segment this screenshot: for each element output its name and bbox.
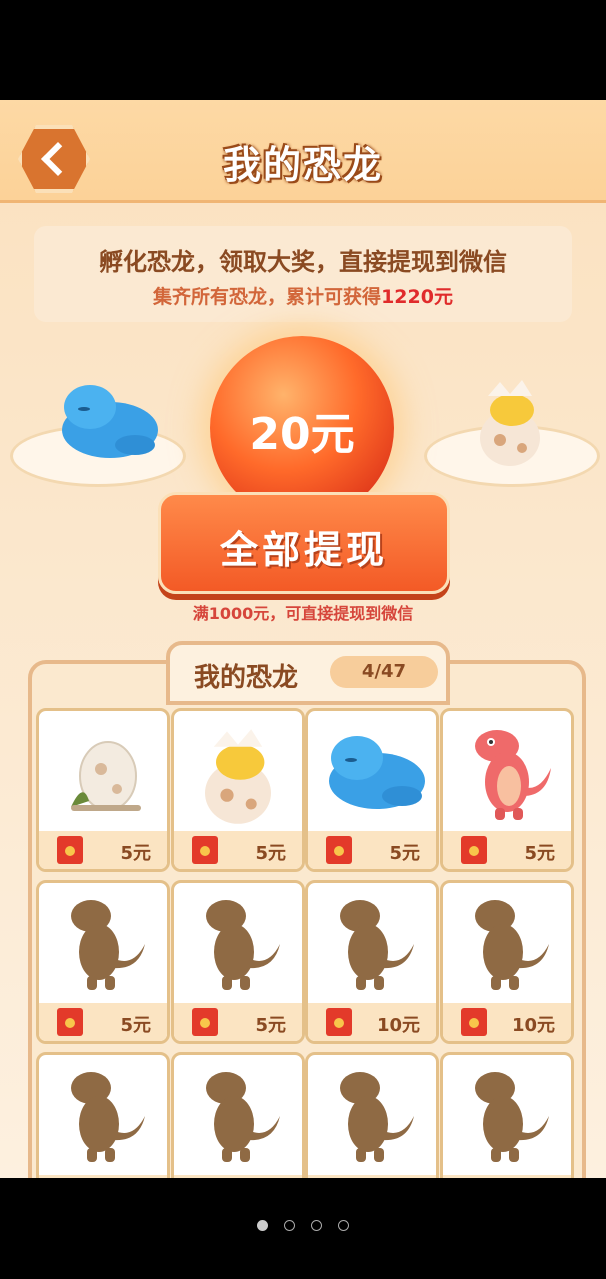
dino-card-locked-dino[interactable]: 10元 <box>305 880 439 1044</box>
red-envelope-icon <box>326 1008 352 1036</box>
locked-dino-silhouette <box>39 883 167 1003</box>
dino-image <box>308 711 436 831</box>
locked-dino-silhouette <box>174 883 302 1003</box>
card-reward-amount: 5元 <box>389 843 420 864</box>
card-reward-amount: 10元 <box>511 1015 555 1036</box>
info-headline: 孵化恐龙，领取大奖，直接提现到微信 <box>99 248 507 276</box>
red-envelope-icon <box>461 836 487 864</box>
red-envelope-icon <box>57 1008 83 1036</box>
locked-dino-silhouette <box>39 1055 167 1175</box>
dino-card-egg[interactable]: 5元 <box>36 708 170 872</box>
card-reward-amount: 5元 <box>120 843 151 864</box>
blue-dino-image <box>62 385 158 458</box>
dino-card-locked-dino[interactable]: 5元 <box>36 880 170 1044</box>
red-envelope-icon <box>192 836 218 864</box>
dino-card-locked-dino[interactable] <box>305 1052 439 1178</box>
card-reward-bar: 5元 <box>39 1003 167 1041</box>
pager-dots <box>0 1216 606 1235</box>
card-reward-bar: 10元 <box>308 1003 436 1041</box>
card-reward-bar <box>39 1175 167 1178</box>
hatching-egg-image <box>480 380 540 466</box>
card-reward-bar <box>174 1175 302 1178</box>
withdraw-hint: 满1000元，可直接提现到微信 <box>192 604 414 623</box>
dino-card-hatching-egg[interactable]: 5元 <box>171 708 305 872</box>
pager-dot[interactable] <box>284 1220 295 1231</box>
card-reward-amount: 5元 <box>524 843 555 864</box>
card-reward-bar: 5元 <box>174 831 302 869</box>
pager-dot[interactable] <box>311 1220 322 1231</box>
card-reward-amount: 5元 <box>255 1015 286 1036</box>
collection-progress-badge: 4/47 <box>330 656 438 688</box>
withdraw-all-button[interactable]: 全部提现 <box>158 492 450 594</box>
dino-card-red-dino[interactable]: 5元 <box>440 708 574 872</box>
dino-image <box>443 711 571 831</box>
collection-header: 我的恐龙 4/47 <box>166 641 450 705</box>
pager-dot[interactable] <box>257 1220 268 1231</box>
withdraw-all-label: 全部提现 <box>219 528 388 572</box>
card-reward-bar <box>443 1175 571 1178</box>
locked-dino-silhouette <box>443 883 571 1003</box>
card-reward-bar: 10元 <box>443 1003 571 1041</box>
dino-card-locked-dino[interactable]: 5元 <box>171 880 305 1044</box>
red-envelope-icon <box>461 1008 487 1036</box>
app-screen: 我的恐龙 孵化恐龙，领取大奖，直接提现到微信 集齐所有恐龙，累计可获得1220元… <box>0 100 606 1178</box>
balance-amount: 20元 <box>249 409 355 460</box>
card-reward-amount: 5元 <box>255 843 286 864</box>
locked-dino-silhouette <box>308 883 436 1003</box>
card-reward-amount: 5元 <box>120 1015 151 1036</box>
card-reward-bar: 5元 <box>443 831 571 869</box>
dino-card-locked-dino[interactable] <box>171 1052 305 1178</box>
header: 我的恐龙 <box>0 100 606 203</box>
card-reward-bar <box>308 1175 436 1178</box>
info-subline-text: 集齐所有恐龙，累计可获得 <box>153 286 382 308</box>
dino-image <box>174 711 302 831</box>
collection-title: 我的恐龙 <box>194 663 299 693</box>
dino-card-locked-dino[interactable]: 10元 <box>440 880 574 1044</box>
red-envelope-icon <box>57 836 83 864</box>
card-reward-amount: 10元 <box>376 1015 420 1036</box>
dino-card-locked-dino[interactable] <box>440 1052 574 1178</box>
card-reward-bar: 5元 <box>174 1003 302 1041</box>
locked-dino-silhouette <box>174 1055 302 1175</box>
card-reward-bar: 5元 <box>39 831 167 869</box>
card-reward-bar: 5元 <box>308 831 436 869</box>
page-title: 我的恐龙 <box>222 143 383 187</box>
dino-card-blue-dino[interactable]: 5元 <box>305 708 439 872</box>
red-envelope-icon <box>326 836 352 864</box>
red-envelope-icon <box>192 1008 218 1036</box>
dino-image <box>39 711 167 831</box>
locked-dino-silhouette <box>308 1055 436 1175</box>
info-banner: 孵化恐龙，领取大奖，直接提现到微信 集齐所有恐龙，累计可获得1220元 <box>34 226 572 322</box>
pager-dot[interactable] <box>338 1220 349 1231</box>
locked-dino-silhouette <box>443 1055 571 1175</box>
info-subline: 集齐所有恐龙，累计可获得1220元 <box>34 282 572 309</box>
dino-card-locked-dino[interactable] <box>36 1052 170 1178</box>
info-total-amount: 1220元 <box>381 286 453 308</box>
